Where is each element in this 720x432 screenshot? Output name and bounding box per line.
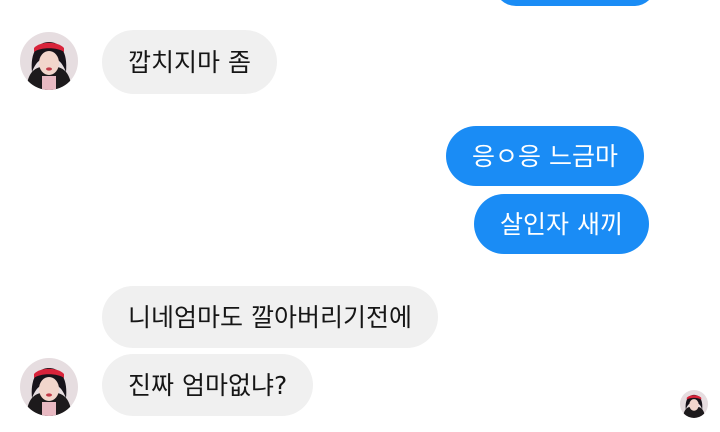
previous-outgoing-bubble [494, 0, 656, 6]
message-text: 살인자 새끼 [500, 209, 623, 239]
contact-avatar-icon[interactable] [20, 32, 78, 90]
message-bubble-incoming[interactable]: 깝치지마 좀 [102, 30, 277, 94]
message-bubble-outgoing[interactable]: 응ㅇ응 느금마 [446, 126, 644, 186]
message-text: 니네엄마도 깔아버리기전에 [128, 302, 412, 332]
contact-avatar-icon[interactable] [20, 358, 78, 416]
message-text: 깝치지마 좀 [128, 47, 251, 77]
message-bubble-incoming[interactable]: 니네엄마도 깔아버리기전에 [102, 286, 438, 348]
seen-indicator-icon [680, 390, 708, 418]
message-text: 진짜 엄마없냐? [128, 370, 288, 400]
message-bubble-outgoing[interactable]: 살인자 새끼 [474, 194, 649, 254]
message-text: 응ㅇ응 느금마 [472, 141, 618, 171]
message-bubble-incoming[interactable]: 진짜 엄마없냐? [102, 354, 314, 416]
